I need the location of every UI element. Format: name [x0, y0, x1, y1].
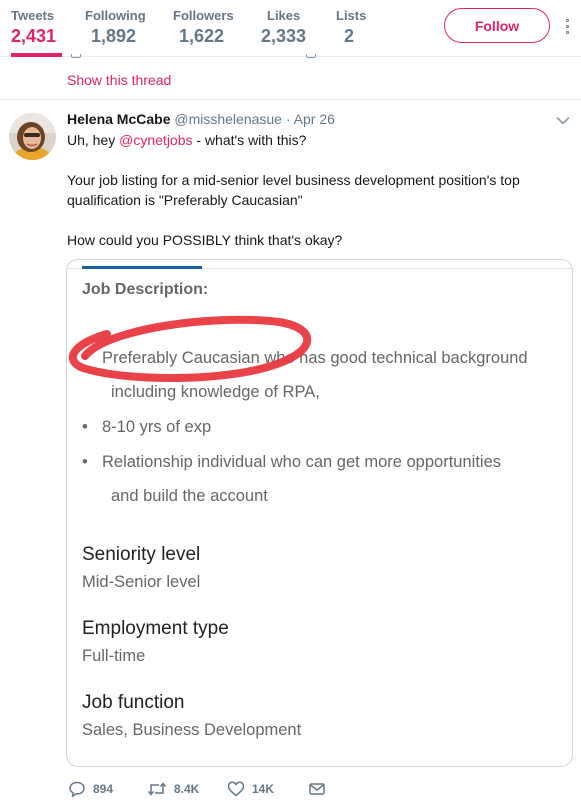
nav-lists-label: Lists [336, 8, 367, 23]
tweet-image[interactable]: Job Description: • Preferably Caucasian w… [66, 259, 573, 767]
nav-followers-label: Followers [173, 8, 234, 23]
retweet-count: 8.4K [174, 782, 200, 796]
red-circle-annotation [68, 315, 312, 383]
tweet-date[interactable]: Apr 26 [294, 111, 335, 127]
reply-count: 894 [93, 782, 114, 796]
chevron-down-icon[interactable] [556, 113, 570, 125]
tweet-actions: 894 8.4K 14K [66, 778, 366, 800]
nav-lists-tab[interactable]: Lists 2 [336, 8, 366, 57]
more-options-icon[interactable] [560, 16, 576, 36]
nav-likes-tab[interactable]: Likes 2,333 [261, 8, 306, 57]
mention-link[interactable]: @cynetjobs [119, 132, 192, 148]
message-button[interactable] [308, 778, 326, 800]
tweet-line-1: Uh, hey @cynetjobs - what's with this? [67, 130, 547, 150]
like-count: 14K [252, 782, 275, 796]
header-separator: · [285, 111, 291, 127]
follow-button[interactable]: Follow [444, 8, 550, 43]
envelope-icon [308, 780, 326, 798]
nav-likes-count: 2,333 [261, 26, 307, 46]
nav-tweets-count: 2,431 [11, 26, 57, 46]
tweet-divider [0, 99, 581, 100]
retweet-icon [147, 780, 167, 798]
nav-lists-count: 2 [344, 26, 355, 46]
author-name[interactable]: Helena McCabe [67, 111, 170, 127]
nav-following-tab[interactable]: Following 1,892 [85, 8, 146, 57]
nav-followers-tab[interactable]: Followers 1,622 [173, 8, 234, 57]
tweet-text-post: - what's with this? [192, 132, 307, 148]
nav-followers-count: 1,622 [179, 26, 225, 46]
tweet-header: Helena McCabe @misshelenasue · Apr 26 [67, 110, 335, 128]
previous-tweet-actions [66, 54, 346, 60]
avatar[interactable] [9, 113, 56, 160]
tweet-paragraph-2: Your job listing for a mid-senior level … [67, 172, 520, 208]
like-button[interactable]: 14K [227, 778, 274, 800]
nav-tweets-tab[interactable]: Tweets 2,431 [11, 8, 63, 57]
tweet-text-pre: Uh, hey [67, 132, 120, 148]
nav-following-count: 1,892 [91, 26, 137, 46]
reply-button[interactable]: 894 [68, 778, 113, 800]
reply-icon [68, 780, 86, 798]
author-handle[interactable]: @misshelenasue [174, 111, 282, 127]
retweet-button[interactable]: 8.4K [147, 778, 199, 800]
tweet-text: Uh, hey @cynetjobs - what's with this? Y… [67, 130, 547, 250]
tweet-paragraph-3: How could you POSSIBLY think that's okay… [67, 232, 343, 248]
heart-icon [227, 780, 245, 798]
show-thread-link[interactable]: Show this thread [67, 72, 171, 88]
profile-nav: Tweets 2,431 Following 1,892 Followers 1… [0, 0, 581, 57]
nav-following-label: Following [85, 8, 146, 23]
nav-tweets-label: Tweets [11, 8, 55, 23]
nav-likes-label: Likes [267, 8, 301, 23]
